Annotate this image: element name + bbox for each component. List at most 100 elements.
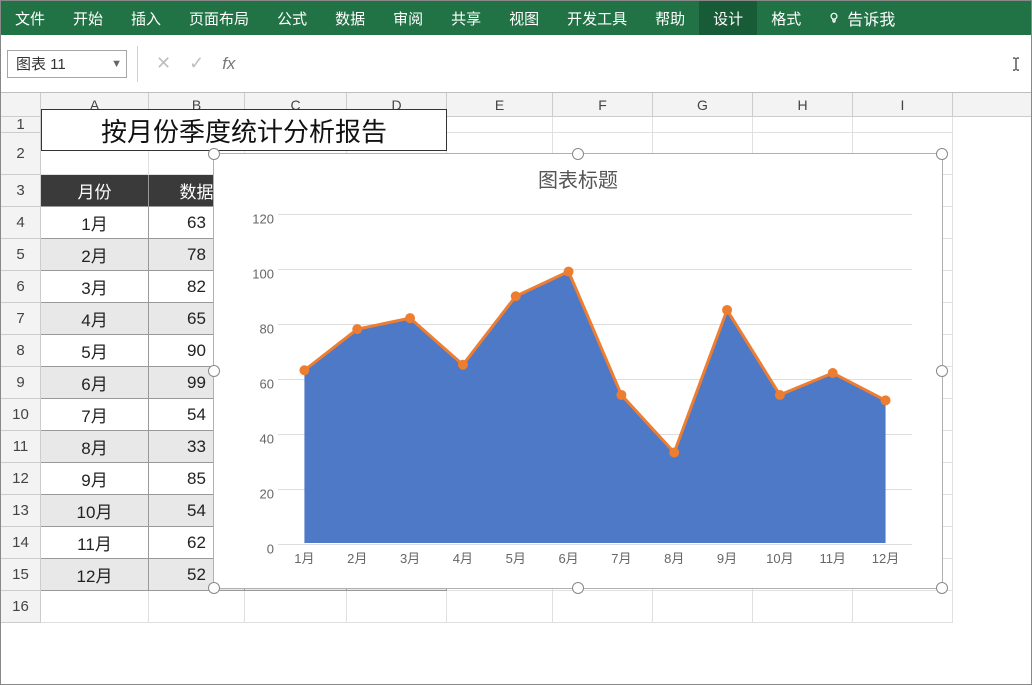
cell[interactable]: 9月: [41, 463, 149, 495]
column-header[interactable]: F: [553, 93, 653, 116]
lightbulb-icon: [827, 11, 841, 25]
row-header[interactable]: 12: [1, 463, 41, 495]
chart-title[interactable]: 图表标题: [214, 154, 942, 197]
cell[interactable]: 1月: [41, 207, 149, 239]
row-header[interactable]: 15: [1, 559, 41, 591]
formula-bar: 图表 11 ▼ ✕ ✓ fx: [1, 35, 1031, 93]
cell[interactable]: [347, 591, 447, 623]
cancel-icon[interactable]: ✕: [156, 53, 171, 74]
grid-row: 16: [1, 591, 1031, 623]
ribbon-tab-审阅[interactable]: 审阅: [379, 1, 437, 35]
ribbon-tab-开发工具[interactable]: 开发工具: [553, 1, 641, 35]
cell[interactable]: [553, 117, 653, 133]
x-axis: 1月2月3月4月5月6月7月8月9月10月11月12月: [278, 548, 912, 572]
merged-title-cell[interactable]: 按月份季度统计分析报告: [41, 109, 447, 151]
row-header[interactable]: 11: [1, 431, 41, 463]
cell[interactable]: [653, 591, 753, 623]
cell[interactable]: [853, 117, 953, 133]
cell[interactable]: [149, 591, 245, 623]
chevron-down-icon: ▼: [111, 58, 122, 70]
cell[interactable]: 5月: [41, 335, 149, 367]
cell[interactable]: [853, 591, 953, 623]
row-header[interactable]: 13: [1, 495, 41, 527]
cell[interactable]: 12月: [41, 559, 149, 591]
row-header[interactable]: 16: [1, 591, 41, 623]
ribbon-tab-插入[interactable]: 插入: [117, 1, 175, 35]
row-header[interactable]: 8: [1, 335, 41, 367]
plot-area[interactable]: 020406080100120 1月2月3月4月5月6月7月8月9月10月11月…: [278, 214, 912, 542]
ribbon-tab-公式[interactable]: 公式: [263, 1, 321, 35]
x-tick-label: 9月: [701, 548, 754, 572]
ribbon-tab-开始[interactable]: 开始: [59, 1, 117, 35]
cell[interactable]: [447, 117, 553, 133]
cell[interactable]: [553, 591, 653, 623]
cell[interactable]: [245, 591, 347, 623]
formula-input[interactable]: [253, 50, 997, 78]
resize-handle[interactable]: [572, 582, 584, 594]
select-all-corner[interactable]: [1, 93, 41, 116]
cell[interactable]: [447, 591, 553, 623]
accept-icon[interactable]: ✓: [189, 53, 204, 74]
cell[interactable]: 10月: [41, 495, 149, 527]
name-box-value: 图表 11: [16, 53, 66, 74]
cell[interactable]: 月份: [41, 175, 149, 207]
column-header[interactable]: E: [447, 93, 553, 116]
cell[interactable]: 4月: [41, 303, 149, 335]
row-header[interactable]: 6: [1, 271, 41, 303]
cell[interactable]: 8月: [41, 431, 149, 463]
y-axis: 020406080100120: [230, 214, 274, 542]
cell[interactable]: 7月: [41, 399, 149, 431]
resize-handle[interactable]: [208, 365, 220, 377]
column-header[interactable]: H: [753, 93, 853, 116]
row-header[interactable]: 1: [1, 117, 41, 133]
y-tick-label: 0: [234, 542, 274, 557]
resize-handle[interactable]: [208, 148, 220, 160]
ribbon-tab-页面布局[interactable]: 页面布局: [175, 1, 263, 35]
name-box[interactable]: 图表 11 ▼: [7, 50, 127, 78]
column-header[interactable]: G: [653, 93, 753, 116]
cell[interactable]: [653, 117, 753, 133]
ribbon-tab-共享[interactable]: 共享: [437, 1, 495, 35]
row-header[interactable]: 2: [1, 133, 41, 175]
resize-handle[interactable]: [936, 582, 948, 594]
x-tick-label: 1月: [278, 548, 331, 572]
resize-handle[interactable]: [208, 582, 220, 594]
ribbon-tab-文件[interactable]: 文件: [1, 1, 59, 35]
ribbon-tab-数据[interactable]: 数据: [321, 1, 379, 35]
x-tick-label: 7月: [595, 548, 648, 572]
ribbon-tab-视图[interactable]: 视图: [495, 1, 553, 35]
ribbon-tabs: 文件开始插入页面布局公式数据审阅共享视图开发工具帮助设计格式: [1, 1, 815, 35]
row-header[interactable]: 10: [1, 399, 41, 431]
cell[interactable]: 6月: [41, 367, 149, 399]
row-header[interactable]: 5: [1, 239, 41, 271]
ribbon-tab-设计[interactable]: 设计: [699, 1, 757, 35]
y-tick-label: 80: [234, 322, 274, 337]
gridline: [278, 544, 912, 545]
tell-me[interactable]: 告诉我: [815, 1, 907, 35]
row-header[interactable]: 3: [1, 175, 41, 207]
row-header[interactable]: 14: [1, 527, 41, 559]
spreadsheet-grid[interactable]: ABCDEFGHI 123月份数据41月6352月7863月8274月6585月…: [1, 93, 1031, 684]
row-header[interactable]: 4: [1, 207, 41, 239]
resize-handle[interactable]: [936, 365, 948, 377]
cell[interactable]: [753, 591, 853, 623]
cell[interactable]: 3月: [41, 271, 149, 303]
ribbon-tab-帮助[interactable]: 帮助: [641, 1, 699, 35]
embedded-chart[interactable]: 图表标题 020406080100120 1月2月3月4月5月6月7月8月9月1…: [213, 153, 943, 589]
fx-icon[interactable]: fx: [222, 54, 235, 74]
column-header[interactable]: I: [853, 93, 953, 116]
resize-handle[interactable]: [936, 148, 948, 160]
cell[interactable]: [41, 591, 149, 623]
cell[interactable]: 11月: [41, 527, 149, 559]
formula-buttons: ✕ ✓ fx: [148, 53, 243, 74]
cell[interactable]: 2月: [41, 239, 149, 271]
y-tick-label: 100: [234, 267, 274, 282]
x-tick-label: 12月: [859, 548, 912, 572]
cell[interactable]: [753, 117, 853, 133]
ribbon-tab-格式[interactable]: 格式: [757, 1, 815, 35]
row-header[interactable]: 7: [1, 303, 41, 335]
row-header[interactable]: 9: [1, 367, 41, 399]
x-tick-label: 8月: [648, 548, 701, 572]
y-tick-label: 20: [234, 487, 274, 502]
resize-handle[interactable]: [572, 148, 584, 160]
